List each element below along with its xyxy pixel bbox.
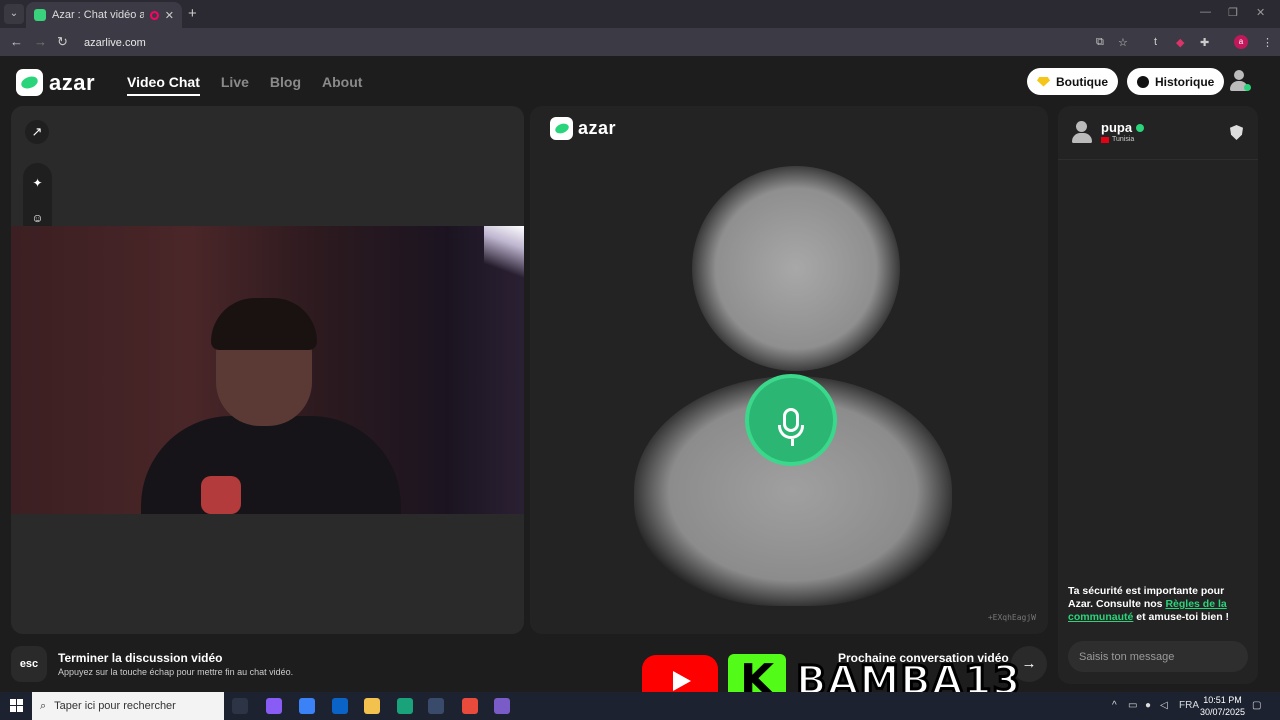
- safety-notice: Ta sécurité est importante pour Azar. Co…: [1068, 585, 1248, 624]
- partner-name: pupa: [1101, 120, 1133, 135]
- minimize-button[interactable]: —: [1200, 6, 1211, 18]
- account-avatar[interactable]: [1228, 70, 1251, 92]
- report-shield-icon[interactable]: [1230, 125, 1243, 140]
- address-bar-row: ← → ↻ azarlive.com ⧉ ☆ t ◆ ✚ ⋮: [0, 28, 1280, 103]
- azar-logo[interactable]: azar: [16, 69, 95, 96]
- site-header: azar Video Chat Live Blog About Boutique…: [0, 56, 1280, 106]
- file-explorer-icon[interactable]: [364, 698, 380, 714]
- online-status-icon: [1244, 84, 1251, 91]
- session-watermark: +EXqhEagjW: [987, 613, 1036, 622]
- video-logo-text: azar: [578, 118, 617, 138]
- notifications-icon[interactable]: ▢: [1252, 700, 1261, 711]
- chrome-icon[interactable]: [462, 698, 478, 714]
- browser-tab-bar: ⌄ Azar : Chat vidéo avec de n ✕ + — ❐ ✕: [0, 0, 1280, 28]
- extension-shield-icon[interactable]: ◆: [1176, 36, 1184, 49]
- taskbar-search[interactable]: ⌕ Taper ici pour rechercher: [32, 692, 224, 720]
- forward-icon[interactable]: →: [34, 34, 47, 49]
- sparkle-effects-icon[interactable]: ✦: [30, 176, 45, 191]
- mic-tray-icon[interactable]: ●: [1145, 700, 1151, 711]
- clock-icon: [1137, 75, 1149, 88]
- store-icon[interactable]: [299, 698, 315, 714]
- tab-search-button[interactable]: ⌄: [4, 4, 24, 24]
- restore-button[interactable]: ❐: [1228, 6, 1238, 19]
- partner-profile[interactable]: pupa Tunisia: [1071, 120, 1145, 143]
- url-text: azarlive.com: [84, 36, 146, 49]
- message-input[interactable]: [1068, 641, 1248, 672]
- history-label: Historique: [1155, 74, 1215, 89]
- bookmark-star-icon[interactable]: ☆: [1118, 36, 1128, 49]
- tray-chevron-icon[interactable]: ^: [1112, 700, 1117, 711]
- shop-label: Boutique: [1056, 74, 1108, 89]
- chat-panel: pupa Tunisia Ta sécurité est importante …: [1058, 106, 1258, 684]
- partner-video-panel: azar +EXqhEagjW: [530, 106, 1048, 634]
- divider: [1058, 159, 1258, 160]
- copilot-icon[interactable]: [266, 698, 282, 714]
- nav-about[interactable]: About: [322, 74, 362, 96]
- gem-icon: [1037, 76, 1050, 87]
- tunisia-flag-icon: [1101, 136, 1109, 143]
- blurred-partner-placeholder: [692, 166, 900, 371]
- end-chat-title: Terminer la discussion vidéo: [58, 651, 223, 665]
- azar-logo-icon: [550, 117, 573, 140]
- network-icon[interactable]: ▭: [1128, 700, 1137, 711]
- extension-t-icon[interactable]: t: [1154, 36, 1157, 48]
- partner-avatar: [1071, 120, 1093, 143]
- back-icon[interactable]: ←: [10, 34, 23, 49]
- outlook-icon[interactable]: [332, 698, 348, 714]
- azar-page: azar Video Chat Live Blog About Boutique…: [0, 56, 1280, 692]
- new-tab-button[interactable]: +: [188, 5, 197, 22]
- volume-icon[interactable]: ◁: [1160, 700, 1168, 711]
- nav-blog[interactable]: Blog: [270, 74, 301, 96]
- logo-text: azar: [49, 69, 96, 95]
- partner-country: Tunisia: [1112, 136, 1135, 143]
- my-camera-feed: [11, 226, 524, 514]
- edge-icon[interactable]: [397, 698, 413, 714]
- end-chat-hint: Appuyez sur la touche échap pour mettre …: [58, 667, 294, 677]
- shop-button[interactable]: Boutique: [1027, 68, 1118, 95]
- browser-menu-icon[interactable]: ⋮: [1262, 36, 1273, 49]
- safety-text-end: et amuse-toi bien !: [1133, 611, 1230, 623]
- my-video-panel: ↗ ✦ ☺: [11, 106, 524, 634]
- main-nav: Video Chat Live Blog About: [127, 74, 362, 96]
- search-icon: ⌕: [40, 699, 47, 712]
- obs-icon[interactable]: [494, 698, 510, 714]
- azar-favicon-icon: [34, 9, 46, 21]
- task-view-icon[interactable]: [232, 698, 248, 714]
- browser-profile-avatar[interactable]: a: [1234, 35, 1248, 49]
- clock-date: 30/07/2025: [1200, 707, 1246, 717]
- microphone-icon: [745, 374, 837, 466]
- taskbar-search-placeholder: Taper ici pour rechercher: [54, 700, 176, 712]
- tab-close-button[interactable]: ✕: [165, 9, 174, 22]
- url-field[interactable]: azarlive.com: [80, 32, 1142, 103]
- nav-live[interactable]: Live: [221, 74, 249, 96]
- esc-key-button[interactable]: esc: [11, 646, 47, 682]
- reload-icon[interactable]: ↻: [57, 34, 68, 50]
- windows-taskbar: ⌕ Taper ici pour rechercher ^ ▭ ● ◁ FRA …: [0, 692, 1280, 720]
- window-close-button[interactable]: ✕: [1256, 6, 1265, 19]
- windows-start-icon[interactable]: [10, 699, 23, 712]
- expand-icon[interactable]: ↗: [25, 120, 49, 144]
- extensions-puzzle-icon[interactable]: ✚: [1200, 36, 1209, 49]
- install-app-icon[interactable]: ⧉: [1096, 36, 1104, 49]
- language-indicator[interactable]: FRA: [1179, 700, 1199, 711]
- verified-icon: [1136, 123, 1145, 132]
- video-azar-logo: azar: [550, 117, 616, 140]
- nav-video-chat[interactable]: Video Chat: [127, 74, 200, 96]
- clock-time: 10:51 PM: [1203, 695, 1242, 705]
- taskbar-clock[interactable]: 10:51 PM 30/07/2025: [1200, 694, 1245, 718]
- history-button[interactable]: Historique: [1127, 68, 1225, 95]
- azar-logo-icon: [16, 69, 43, 96]
- app-window-icon[interactable]: [428, 698, 444, 714]
- recording-icon: [149, 10, 159, 20]
- tab-title: Azar : Chat vidéo avec de n: [52, 9, 144, 21]
- browser-tab[interactable]: Azar : Chat vidéo avec de n ✕: [26, 2, 182, 28]
- face-mask-icon[interactable]: ☺: [30, 211, 45, 226]
